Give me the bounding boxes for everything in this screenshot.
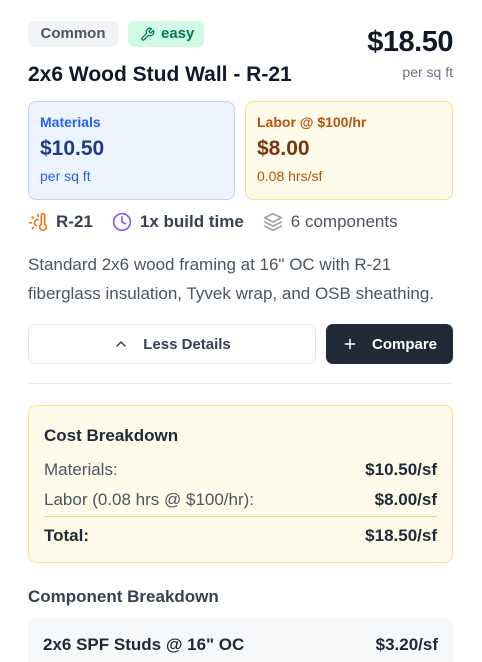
- component-name: 2x6 SPF Studs @ 16" OC: [43, 635, 245, 654]
- materials-unit: per sq ft: [40, 168, 91, 184]
- cost-total-value: $18.50/sf: [365, 526, 437, 545]
- chevron-up-icon: [116, 341, 126, 347]
- component-cost: $3.20/sf: [375, 635, 438, 654]
- less-details-button[interactable]: Less Details: [28, 324, 316, 364]
- cost-breakdown-title: Cost Breakdown: [44, 426, 179, 445]
- labor-unit: 0.08 hrs/sf: [257, 168, 323, 184]
- cost-total-label: Total:: [44, 526, 90, 545]
- cost-materials-value: $10.50/sf: [365, 460, 437, 479]
- thermometer-icon: [28, 212, 48, 232]
- compare-button[interactable]: Compare: [326, 324, 453, 364]
- compare-label: Compare: [371, 335, 438, 353]
- build-time-stat: 1x build time: [112, 212, 244, 232]
- difficulty-badge-label: easy: [161, 25, 195, 42]
- components-text: 6 components: [290, 212, 398, 231]
- stats-row: R-21 1x build time 6 components: [28, 209, 398, 235]
- cost-total-divider: [44, 516, 437, 517]
- cost-materials-label: Materials:: [44, 460, 118, 479]
- category-badge-label: Common: [40, 25, 106, 42]
- less-details-label: Less Details: [143, 335, 231, 353]
- cost-row-total: Total: $18.50/sf: [44, 526, 437, 546]
- price-unit: per sq ft: [402, 64, 453, 80]
- cost-row-materials: Materials: $10.50/sf: [44, 460, 437, 480]
- build-time-text: 1x build time: [139, 212, 244, 231]
- assembly-title: 2x6 Wood Stud Wall - R-21: [28, 63, 292, 86]
- components-stat: 6 components: [263, 212, 398, 232]
- clock-icon: [112, 212, 132, 232]
- cost-labor-label: Labor (0.08 hrs @ $100/hr):: [44, 490, 255, 509]
- wrench-icon: [141, 27, 155, 41]
- materials-card: Materials $10.50 per sq ft: [28, 101, 235, 200]
- r-value-text: R-21: [56, 212, 93, 231]
- layers-icon: [263, 212, 282, 232]
- category-badge: Common: [28, 21, 118, 47]
- cost-labor-value: $8.00/sf: [374, 490, 437, 509]
- labor-label: Labor @ $100/hr: [257, 114, 367, 130]
- plus-icon: [344, 338, 356, 350]
- component-breakdown-title: Component Breakdown: [28, 587, 219, 606]
- difficulty-badge: easy: [128, 21, 204, 47]
- materials-value: $10.50: [40, 137, 105, 160]
- labor-card: Labor @ $100/hr $8.00 0.08 hrs/sf: [245, 101, 453, 200]
- section-divider: [28, 383, 453, 384]
- materials-label: Materials: [40, 114, 101, 130]
- assembly-description: Standard 2x6 wood framing at 16" OC with…: [28, 255, 435, 303]
- cost-breakdown-panel: Cost Breakdown Materials: $10.50/sf Labo…: [28, 405, 453, 563]
- r-value-stat: R-21: [28, 212, 93, 232]
- labor-value: $8.00: [257, 137, 310, 160]
- cost-row-labor: Labor (0.08 hrs @ $100/hr): $8.00/sf: [44, 490, 437, 510]
- total-price: $18.50: [367, 26, 453, 58]
- component-row: 2x6 SPF Studs @ 16" OC $3.20/sf: [28, 619, 453, 662]
